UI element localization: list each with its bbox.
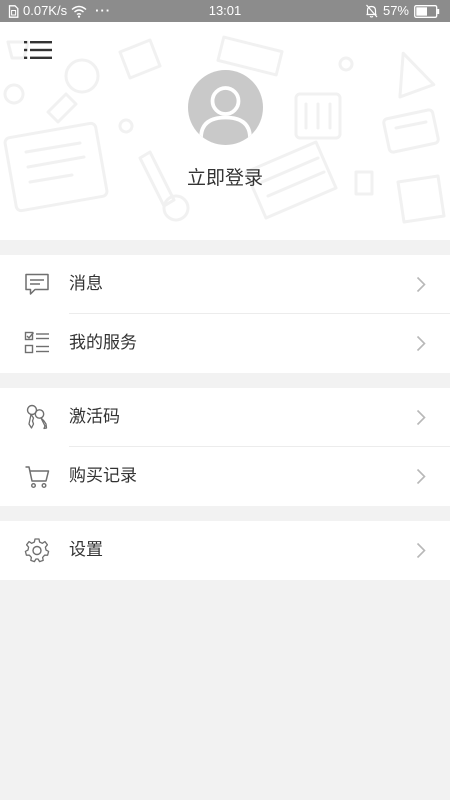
menu-item-label: 购买记录 bbox=[69, 466, 137, 486]
chevron-right-icon bbox=[416, 468, 426, 485]
chevron-right-icon bbox=[416, 542, 426, 559]
menu-item-messages[interactable]: 消息 bbox=[0, 255, 450, 314]
menu-icon bbox=[24, 41, 52, 59]
profile-header: 立即登录 bbox=[0, 22, 450, 240]
battery-percent: 57% bbox=[382, 3, 409, 18]
bell-off-icon bbox=[366, 4, 378, 18]
cart-icon bbox=[25, 466, 50, 489]
user-icon bbox=[199, 86, 252, 139]
login-link[interactable]: 立即登录 bbox=[183, 163, 267, 190]
menu-item-purchase-history[interactable]: 购买记录 bbox=[0, 447, 450, 506]
menu-item-label: 消息 bbox=[69, 274, 103, 294]
menu-item-activation-code[interactable]: 激活码 bbox=[0, 388, 450, 447]
menu-item-label: 激活码 bbox=[69, 407, 120, 427]
menu-group-3: 设置 bbox=[0, 521, 450, 580]
menu-item-my-services[interactable]: 我的服务 bbox=[0, 314, 450, 373]
menu-group-2: 激活码 购买记录 bbox=[0, 388, 450, 506]
gear-icon bbox=[24, 538, 50, 563]
keys-icon bbox=[26, 404, 48, 430]
battery-icon bbox=[414, 4, 440, 18]
chevron-right-icon bbox=[416, 276, 426, 293]
chevron-right-icon bbox=[416, 335, 426, 352]
menu-item-label: 设置 bbox=[69, 540, 103, 560]
status-bar: 0.07K/s ··· 13:01 57% bbox=[0, 0, 450, 22]
menu-item-settings[interactable]: 设置 bbox=[0, 521, 450, 580]
menu-item-label: 我的服务 bbox=[69, 333, 137, 353]
menu-group-1: 消息 我的服务 bbox=[0, 255, 450, 373]
menu-button[interactable] bbox=[24, 38, 52, 62]
checklist-icon bbox=[24, 331, 49, 354]
avatar[interactable] bbox=[188, 70, 263, 145]
message-icon bbox=[25, 273, 49, 295]
login-link-wrap: 立即登录 bbox=[0, 163, 450, 190]
status-right: 57% bbox=[365, 0, 440, 22]
chevron-right-icon bbox=[416, 409, 426, 426]
